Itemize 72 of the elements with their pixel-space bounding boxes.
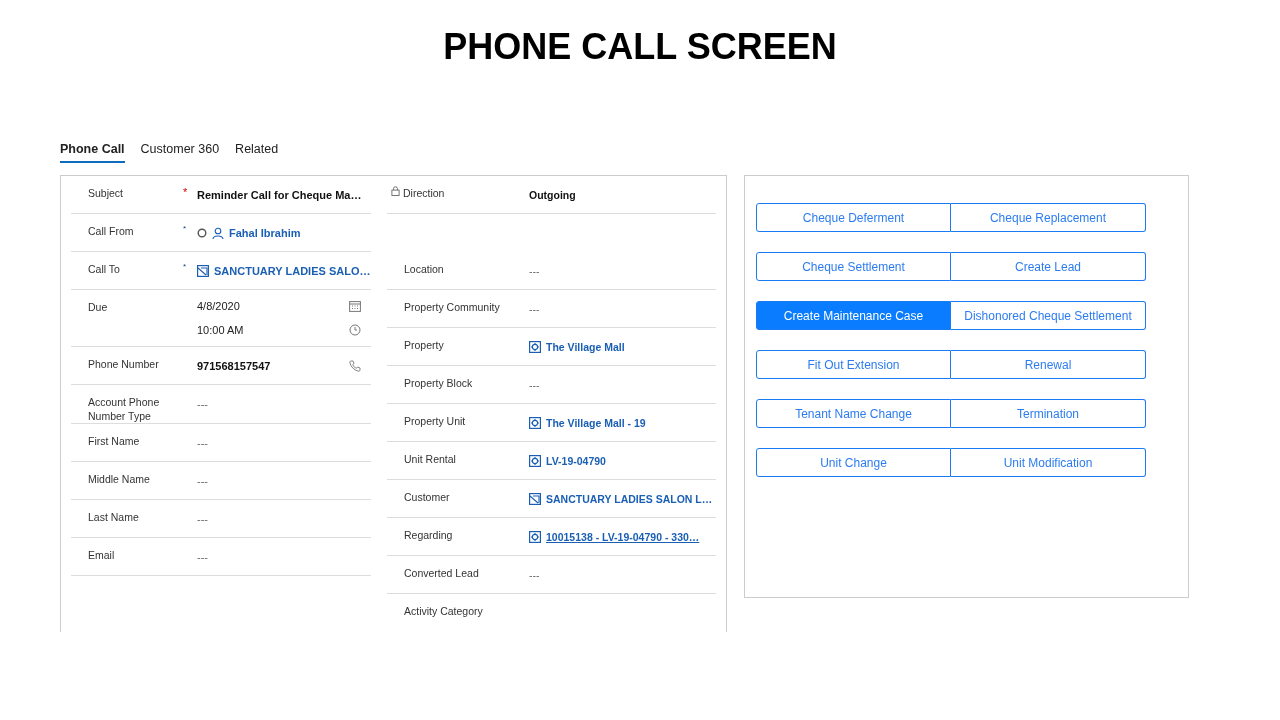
lookup-link[interactable]: 10015138 - LV-19-04790 - 330… — [546, 530, 716, 543]
field-label: Activity Category — [404, 604, 483, 618]
field-label: Property Unit — [404, 414, 466, 428]
field-label: Customer — [404, 490, 450, 504]
recommended-mark: * — [183, 261, 188, 273]
field-label: Regarding — [404, 528, 453, 542]
field-value: Reminder Call for Cheque Ma… — [197, 188, 363, 201]
field-label: Call To — [88, 262, 120, 276]
lookup-link[interactable]: Fahal Ibrahim — [229, 226, 371, 239]
field-label: Property Block — [404, 376, 473, 390]
action-button[interactable]: Cheque Settlement — [756, 252, 951, 281]
field-value: Outgoing — [529, 188, 577, 201]
action-button[interactable]: Unit Modification — [951, 448, 1146, 477]
field-value: --- — [529, 568, 541, 581]
field-value: 10:00 AM — [197, 324, 245, 336]
field-label: Property — [404, 338, 444, 352]
account-icon — [197, 264, 209, 277]
lookup-link[interactable]: LV-19-04790 — [546, 454, 716, 467]
field-label: Call From — [88, 224, 134, 238]
record-icon — [529, 340, 541, 353]
account-icon — [529, 492, 541, 505]
field-value: --- — [197, 436, 209, 449]
field-value: --- — [197, 512, 209, 525]
field-label: Account Phone Number Type — [88, 395, 161, 423]
tab[interactable]: Phone Call — [60, 138, 125, 163]
tab[interactable]: Related — [235, 138, 279, 163]
field-label: Email — [88, 548, 115, 562]
person-icon — [212, 226, 224, 239]
presence-icon — [197, 227, 207, 238]
record-icon — [529, 416, 541, 429]
action-button[interactable]: Fit Out Extension — [756, 350, 951, 379]
action-button[interactable]: Renewal — [951, 350, 1146, 379]
phone-icon[interactable] — [349, 359, 361, 372]
action-button[interactable]: Cheque Replacement — [951, 203, 1146, 232]
field-label: Last Name — [88, 510, 139, 524]
field-label: Property Community — [404, 300, 500, 314]
action-button[interactable]: Unit Change — [756, 448, 951, 477]
action-button[interactable]: Dishonored Cheque Settlement — [951, 301, 1146, 330]
record-icon — [529, 454, 541, 467]
field-value: --- — [529, 378, 541, 391]
field-label: Due — [88, 300, 108, 314]
field-value: 4/8/2020 — [197, 300, 241, 312]
required-mark: * — [183, 185, 189, 200]
field-label: Phone Number — [88, 357, 159, 371]
field-label: First Name — [88, 434, 140, 448]
field-label: Unit Rental — [404, 452, 456, 466]
field-value: --- — [197, 474, 209, 487]
field-label: Direction — [403, 186, 445, 200]
field-label: Subject — [88, 186, 124, 200]
field-value: --- — [529, 302, 541, 315]
field-label: Middle Name — [88, 472, 150, 486]
action-button[interactable]: Create Maintenance Case — [756, 301, 951, 330]
slide-title: PHONE CALL SCREEN — [442, 25, 838, 69]
recommended-mark: * — [183, 223, 188, 235]
tab[interactable]: Customer 360 — [140, 138, 220, 163]
field-value: --- — [197, 550, 209, 563]
field-label: Converted Lead — [404, 566, 479, 580]
action-button[interactable]: Create Lead — [951, 252, 1146, 281]
lookup-link[interactable]: The Village Mall — [546, 340, 716, 353]
record-icon — [529, 530, 541, 543]
field-value: --- — [197, 398, 209, 410]
action-button[interactable]: Termination — [951, 399, 1146, 428]
field-value: 971568157547 — [197, 359, 272, 372]
field-label: Location — [404, 262, 444, 276]
lookup-link[interactable]: SANCTUARY LADIES SALON L… — [546, 492, 716, 505]
clock-icon[interactable] — [349, 324, 361, 336]
calendar-icon[interactable] — [349, 300, 361, 312]
field-value: --- — [529, 264, 541, 277]
action-button[interactable]: Cheque Deferment — [756, 203, 951, 232]
lookup-link[interactable]: SANCTUARY LADIES SALO… — [214, 264, 371, 277]
lookup-link[interactable]: The Village Mall - 19 — [546, 416, 716, 429]
action-button[interactable]: Tenant Name Change — [756, 399, 951, 428]
